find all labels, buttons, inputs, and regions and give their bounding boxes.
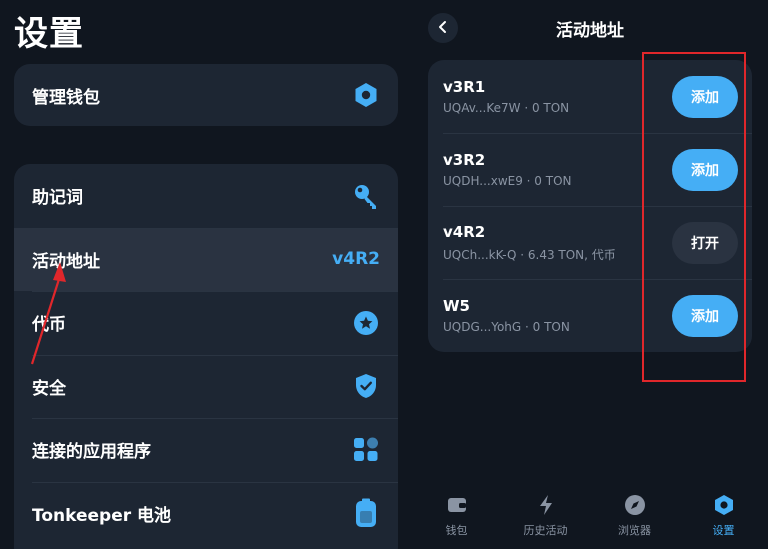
manage-wallet-label: 管理钱包 (32, 87, 100, 108)
wallet-address-balance: UQDG...YohG · 0 TON (443, 320, 570, 334)
shield-check-icon (352, 372, 380, 400)
add-button[interactable]: 添加 (672, 294, 738, 337)
add-button[interactable]: 添加 (672, 75, 738, 118)
star-circle-icon (352, 309, 380, 337)
tab-wallet[interactable]: 钱包 (412, 480, 501, 549)
settings-item-tokens[interactable]: 代币 (14, 291, 398, 355)
settings-item-security[interactable]: 安全 (14, 354, 398, 419)
wallet-version-name: v4R2 (443, 222, 486, 241)
settings-hexagon-icon (713, 494, 735, 516)
settings-list-card: 助记词 活动地址 v4R2 代币 安全 连接的应用程序 Tonkeeper 电池 (14, 164, 398, 549)
settings-item-active-address[interactable]: 活动地址 v4R2 (14, 227, 398, 291)
tab-label: 浏览器 (618, 524, 651, 537)
manage-wallet-card: 管理钱包 (14, 64, 398, 126)
apps-grid-icon (352, 436, 380, 464)
wallet-row-v3r2: v3R2 UQDH...xwE9 · 0 TON 添加 (428, 133, 752, 206)
tab-history[interactable]: 历史活动 (501, 480, 590, 549)
settings-item-label: 助记词 (32, 188, 83, 209)
wallet-icon (446, 494, 468, 516)
tab-label: 历史活动 (523, 524, 568, 537)
wallet-row-v3r1: v3R1 UQAv...Ke7W · 0 TON 添加 (428, 60, 752, 133)
active-address-value: v4R2 (332, 249, 380, 270)
settings-item-battery[interactable]: Tonkeeper 电池 (14, 481, 398, 546)
settings-item-label: 活动地址 (32, 251, 100, 272)
wallet-version-name: v3R1 (443, 78, 486, 96)
manage-wallet-row[interactable]: 管理钱包 (14, 64, 398, 126)
active-address-panel: 活动地址 v3R1 UQAv...Ke7W · 0 TON 添加 v3R2 UQ… (412, 0, 768, 549)
settings-item-recovery-phrase[interactable]: 助记词 (14, 164, 398, 228)
settings-item-label: 连接的应用程序 (32, 442, 151, 463)
wallet-row-w5: W5 UQDG...YohG · 0 TON 添加 (428, 279, 752, 352)
tab-label: 钱包 (445, 524, 468, 537)
settings-item-label: 安全 (32, 378, 66, 399)
battery-icon (352, 498, 380, 528)
wallet-address-balance: UQCh...kK-Q · 6.43 TON, 代币 (443, 247, 616, 262)
bottom-tab-bar: 钱包 历史活动 浏览器 设置 (412, 480, 768, 549)
settings-item-label: Tonkeeper 电池 (32, 505, 172, 526)
wallet-address-balance: UQAv...Ke7W · 0 TON (443, 101, 570, 115)
wallet-address-balance: UQDH...xwE9 · 0 TON (443, 174, 572, 188)
lightning-icon (535, 494, 557, 516)
panel-title: 活动地址 (556, 21, 624, 41)
wallet-version-name: W5 (443, 297, 470, 315)
tab-browser[interactable]: 浏览器 (590, 480, 679, 549)
wallet-version-name: v3R2 (443, 151, 486, 169)
settings-item-label: 代币 (32, 315, 66, 336)
settings-panel: 设置 管理钱包 助记词 活动地址 v4R2 代币 安全 连接的应用程序 Tonk… (0, 0, 412, 549)
wallet-row-v4r2: v4R2 UQCh...kK-Q · 6.43 TON, 代币 打开 (428, 206, 752, 279)
wallet-version-list: v3R1 UQAv...Ke7W · 0 TON 添加 v3R2 UQDH...… (428, 60, 752, 352)
tab-label: 设置 (712, 524, 735, 537)
hexagon-icon (352, 81, 380, 109)
compass-icon (624, 494, 646, 516)
add-button[interactable]: 添加 (672, 148, 738, 191)
page-title: 设置 (14, 14, 84, 54)
tab-settings[interactable]: 设置 (679, 480, 768, 549)
key-icon (352, 182, 380, 210)
open-button[interactable]: 打开 (672, 221, 738, 264)
settings-item-connected-apps[interactable]: 连接的应用程序 (14, 418, 398, 482)
